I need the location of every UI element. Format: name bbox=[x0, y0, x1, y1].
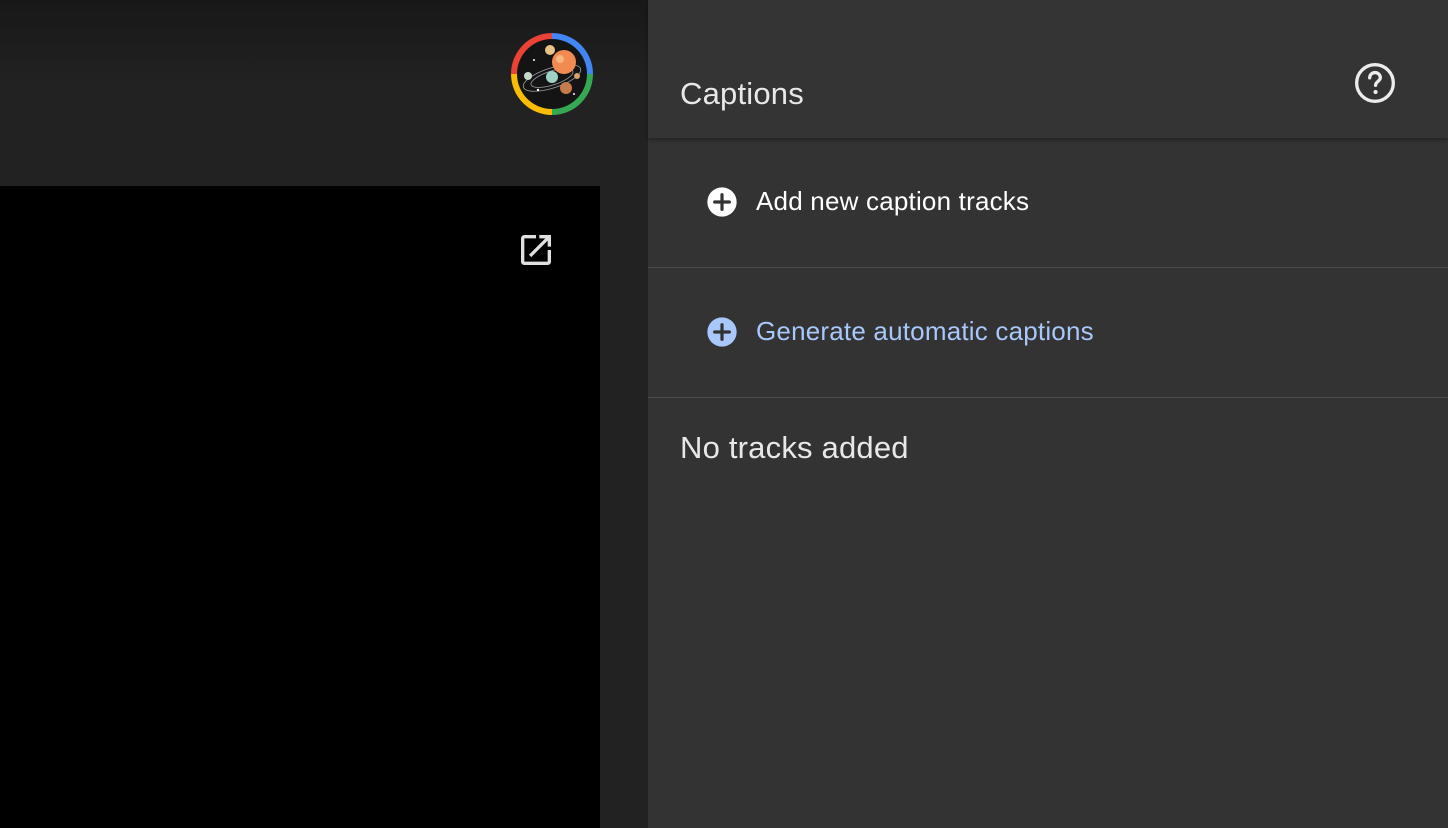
main-area bbox=[0, 0, 648, 828]
video-preview bbox=[0, 186, 600, 828]
add-circle-icon bbox=[707, 187, 737, 217]
page-title: Captions bbox=[680, 76, 804, 111]
help-button[interactable] bbox=[1352, 60, 1398, 106]
top-bar bbox=[0, 0, 648, 186]
generate-automatic-captions-label: Generate automatic captions bbox=[756, 316, 1094, 346]
add-caption-tracks-label: Add new caption tracks bbox=[756, 186, 1030, 216]
panel-header: Captions bbox=[648, 0, 1448, 138]
user-avatar[interactable] bbox=[511, 33, 593, 115]
empty-state-message: No tracks added bbox=[680, 430, 909, 465]
generate-automatic-captions-button[interactable]: Generate automatic captions bbox=[648, 268, 1448, 398]
add-circle-icon bbox=[707, 317, 737, 347]
captions-panel: Captions Add new caption tracks Generate… bbox=[648, 0, 1448, 828]
open-in-new-icon bbox=[521, 235, 551, 265]
open-in-new-button[interactable] bbox=[515, 229, 557, 271]
help-circle-icon bbox=[1355, 63, 1395, 103]
add-caption-tracks-button[interactable]: Add new caption tracks bbox=[648, 138, 1448, 268]
avatar-image bbox=[517, 39, 587, 109]
